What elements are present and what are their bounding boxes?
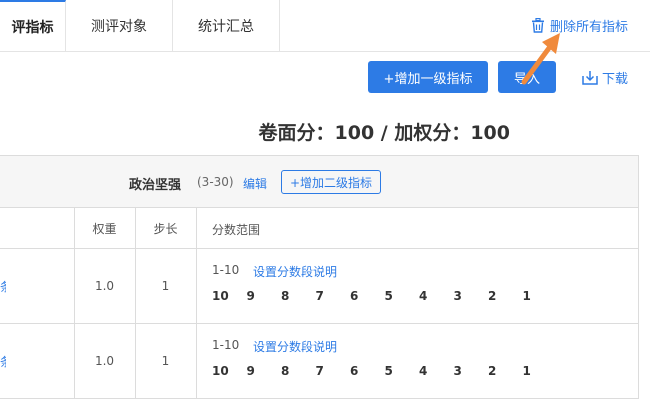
- score-option[interactable]: 3: [454, 289, 489, 303]
- score-option[interactable]: 5: [385, 364, 420, 378]
- score-option[interactable]: 10: [212, 364, 247, 378]
- set-score-segment-link[interactable]: 设置分数段说明: [253, 338, 337, 355]
- indicator-table: 政治坚强 (3-30) 编辑 +增加二级指标 权重 步长 分数范围 条 1.0 …: [0, 155, 639, 399]
- download-icon: [582, 71, 598, 85]
- table-row: 条 1.0 1 1-10 设置分数段说明 10 9 8 7 6 5 4 3 2 …: [0, 324, 638, 399]
- tab-label: 统计汇总: [198, 18, 254, 35]
- table-row: 条 1.0 1 1-10 设置分数段说明 10 9 8 7 6 5 4 3 2 …: [0, 249, 638, 324]
- tab-evaluation-indicators[interactable]: 评指标: [0, 0, 66, 51]
- score-option[interactable]: 8: [281, 289, 316, 303]
- score-range-value: 1-10: [212, 338, 240, 352]
- column-divider: [196, 324, 197, 398]
- score-option[interactable]: 9: [247, 364, 282, 378]
- score-option[interactable]: 4: [419, 289, 454, 303]
- score-range-value: 1-10: [212, 263, 240, 277]
- download-button[interactable]: 下载: [582, 68, 628, 87]
- table-header-row: 权重 步长 分数范围: [0, 208, 638, 249]
- score-option[interactable]: 1: [523, 364, 558, 378]
- tab-label: 测评对象: [91, 18, 147, 35]
- score-summary: 卷面分：100 / 加权分：100: [258, 122, 511, 144]
- step-value: 1: [161, 279, 170, 293]
- weight-value: 1.0: [94, 354, 115, 368]
- group-title: 政治坚强: [129, 178, 182, 193]
- score-option[interactable]: 10: [212, 289, 247, 303]
- edit-group-link[interactable]: 编辑: [243, 175, 267, 192]
- group-range: (3-30): [197, 175, 234, 189]
- annotation-arrow-icon: [521, 33, 560, 85]
- score-option[interactable]: 8: [281, 364, 316, 378]
- score-option[interactable]: 5: [385, 289, 420, 303]
- group-header: 政治坚强 (3-30) 编辑 +增加二级指标: [0, 156, 638, 208]
- row-action-link[interactable]: 条: [0, 353, 6, 370]
- step-value: 1: [161, 354, 170, 368]
- score-option[interactable]: 9: [247, 289, 282, 303]
- score-option[interactable]: 1: [523, 289, 558, 303]
- add-level1-indicator-button[interactable]: +增加一级指标: [368, 61, 488, 93]
- score-option[interactable]: 2: [488, 289, 523, 303]
- score-options: 10 9 8 7 6 5 4 3 2 1: [212, 289, 557, 303]
- score-option[interactable]: 7: [316, 364, 351, 378]
- column-header-step: 步长: [153, 221, 178, 236]
- column-header-weight: 权重: [92, 221, 117, 236]
- download-label: 下载: [601, 72, 628, 87]
- row-action-link[interactable]: 条: [0, 278, 6, 295]
- score-option[interactable]: 7: [316, 289, 351, 303]
- column-header-score-range: 分数范围: [212, 223, 261, 237]
- weight-value: 1.0: [94, 279, 115, 293]
- score-options: 10 9 8 7 6 5 4 3 2 1: [212, 364, 557, 378]
- score-option[interactable]: 3: [454, 364, 489, 378]
- tab-statistics-summary[interactable]: 统计汇总: [173, 0, 280, 51]
- add-level2-indicator-button[interactable]: +增加二级指标: [281, 170, 382, 194]
- score-option[interactable]: 2: [488, 364, 523, 378]
- set-score-segment-link[interactable]: 设置分数段说明: [253, 263, 337, 280]
- score-option[interactable]: 4: [419, 364, 454, 378]
- column-divider: [196, 208, 197, 248]
- score-option[interactable]: 6: [350, 289, 385, 303]
- add-level1-label: +增加一级指标: [383, 71, 473, 87]
- score-option[interactable]: 6: [350, 364, 385, 378]
- tab-label: 评指标: [11, 19, 54, 36]
- column-divider: [196, 249, 197, 323]
- tab-evaluation-objects[interactable]: 测评对象: [66, 0, 173, 51]
